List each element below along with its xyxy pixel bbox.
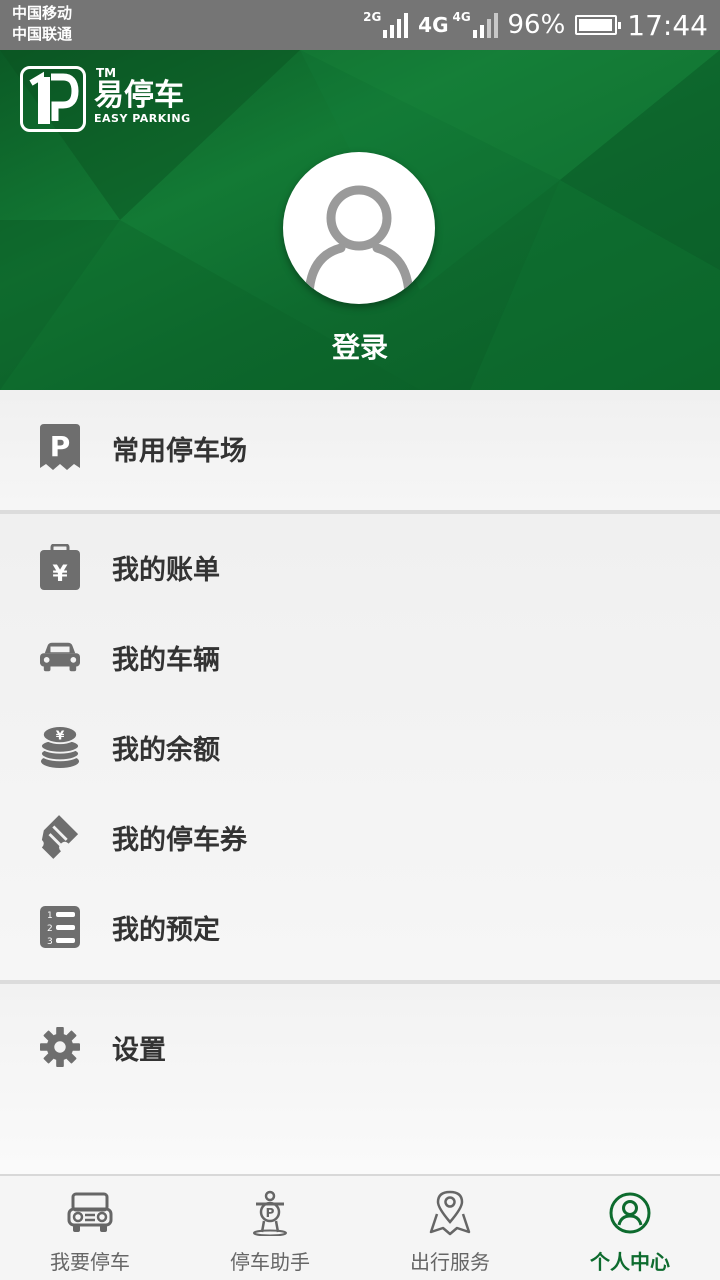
- svg-text:1: 1: [47, 911, 53, 921]
- numbered-list-icon: 1 2 3: [40, 904, 80, 950]
- menu-group-settings: 设置: [0, 984, 720, 1194]
- tab-label-park: 我要停车: [50, 1250, 130, 1274]
- status-icons: 2G 4G 4G 96% 17:44: [363, 0, 708, 50]
- status-bar: 中国移动 中国联通 2G 4G 4G 96% 17:44: [0, 0, 720, 50]
- menu-item-bills[interactable]: ¥ 我的账单: [0, 522, 720, 612]
- menu-label-vehicles: 我的车辆: [112, 644, 220, 676]
- menu-group-account: ¥ 我的账单 我的车辆 ¥ 我的余额 我的停车券 1 2 3 我的预定: [0, 514, 720, 984]
- logo-chinese-name: 易停车: [94, 78, 184, 113]
- menu-group-favorites: P 常用停车场: [0, 390, 720, 514]
- car-front-icon: [67, 1190, 113, 1236]
- carrier-2: 中国联通: [12, 25, 73, 43]
- user-circle-icon: [609, 1190, 651, 1236]
- logo-english-name: EASY PARKING: [94, 112, 191, 125]
- map-pin-icon: [429, 1190, 471, 1236]
- menu-label-reservations: 我的预定: [112, 914, 220, 946]
- tab-label-assistant: 停车助手: [230, 1250, 310, 1274]
- avatar[interactable]: [283, 152, 435, 304]
- menu-label-settings: 设置: [112, 1034, 166, 1066]
- coin-stack-icon: ¥: [40, 724, 80, 770]
- carrier-1: 中国移动: [12, 4, 73, 22]
- svg-text:¥: ¥: [52, 562, 68, 587]
- tab-label-profile: 个人中心: [590, 1250, 670, 1274]
- svg-text:P: P: [266, 1206, 275, 1220]
- parking-ticket-icon: P: [40, 424, 80, 471]
- menu-item-vehicles[interactable]: 我的车辆: [0, 612, 720, 702]
- svg-text:3: 3: [47, 937, 53, 947]
- bill-clipboard-icon: ¥: [40, 544, 80, 590]
- app-logo: TM 易停车 EASY PARKING: [20, 66, 191, 132]
- svg-text:2: 2: [47, 924, 53, 934]
- car-icon: [40, 634, 80, 680]
- menu-label-balance: 我的余额: [112, 734, 220, 766]
- signal-2g-icon: 2G: [363, 10, 409, 38]
- menu-item-coupons[interactable]: 我的停车券: [0, 792, 720, 882]
- logo-mark-icon: [20, 66, 86, 132]
- battery-icon: [575, 15, 622, 35]
- menu-item-settings[interactable]: 设置: [0, 1002, 720, 1092]
- user-silhouette-icon: [304, 185, 414, 299]
- tab-profile[interactable]: 个人中心: [540, 1176, 720, 1280]
- parking-assistant-icon: P: [250, 1190, 290, 1236]
- signal-2g-label: 2G: [363, 10, 382, 24]
- network-4g-label: 4G: [418, 13, 449, 37]
- menu-item-balance[interactable]: ¥ 我的余额: [0, 702, 720, 792]
- tab-label-travel: 出行服务: [410, 1250, 490, 1274]
- carrier-info: 中国移动 中国联通: [12, 3, 72, 45]
- login-button[interactable]: 登录: [0, 326, 720, 366]
- menu-label-bills: 我的账单: [112, 554, 220, 586]
- signal-4g-label: 4G: [452, 10, 471, 24]
- svg-text:¥: ¥: [56, 728, 65, 742]
- menu-item-reservations[interactable]: 1 2 3 我的预定: [0, 882, 720, 972]
- clock: 17:44: [627, 8, 708, 42]
- bottom-navigation: 我要停车 P 停车助手 出行服务 个人中心: [0, 1174, 720, 1280]
- svg-text:P: P: [50, 430, 71, 463]
- menu-item-favorite-lots[interactable]: P 常用停车场: [0, 406, 720, 490]
- menu-label-coupons: 我的停车券: [112, 824, 247, 856]
- tab-travel[interactable]: 出行服务: [360, 1176, 540, 1280]
- gear-icon: [40, 1024, 80, 1070]
- menu-list: P 常用停车场 ¥ 我的账单 我的车辆 ¥ 我的余额 我的停车券 1 2 3 我…: [0, 390, 720, 1194]
- profile-header: TM 易停车 EASY PARKING 登录: [0, 50, 720, 390]
- tab-assistant[interactable]: P 停车助手: [180, 1176, 360, 1280]
- battery-percent: 96%: [507, 10, 566, 40]
- tab-park[interactable]: 我要停车: [0, 1176, 180, 1280]
- signal-4g-icon: 4G: [453, 10, 498, 38]
- coupon-ticket-icon: [40, 814, 80, 860]
- menu-label-favorite-lots: 常用停车场: [112, 435, 247, 467]
